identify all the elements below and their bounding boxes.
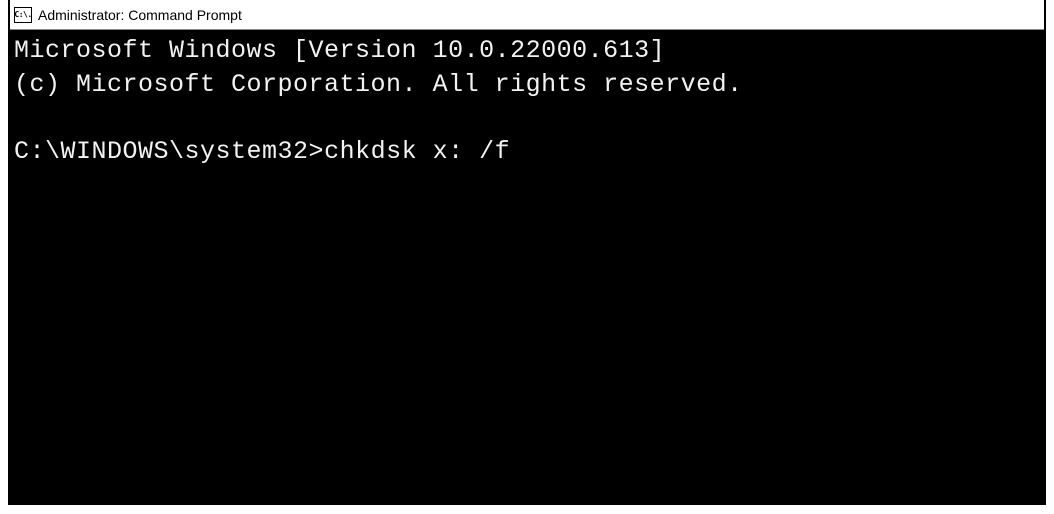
window-title: Administrator: Command Prompt [38,7,242,23]
terminal-area[interactable]: Microsoft Windows [Version 10.0.22000.61… [10,30,1044,503]
command-prompt-window: C:\. Administrator: Command Prompt Micro… [8,0,1046,505]
terminal-line-copyright: (c) Microsoft Corporation. All rights re… [14,70,743,99]
prompt-path: C:\WINDOWS\system32> [14,137,324,166]
cmd-icon: C:\. [14,7,32,23]
terminal-line-version: Microsoft Windows [Version 10.0.22000.61… [14,36,665,65]
titlebar[interactable]: C:\. Administrator: Command Prompt [10,0,1044,30]
typed-command: chkdsk x: /f [324,137,510,166]
